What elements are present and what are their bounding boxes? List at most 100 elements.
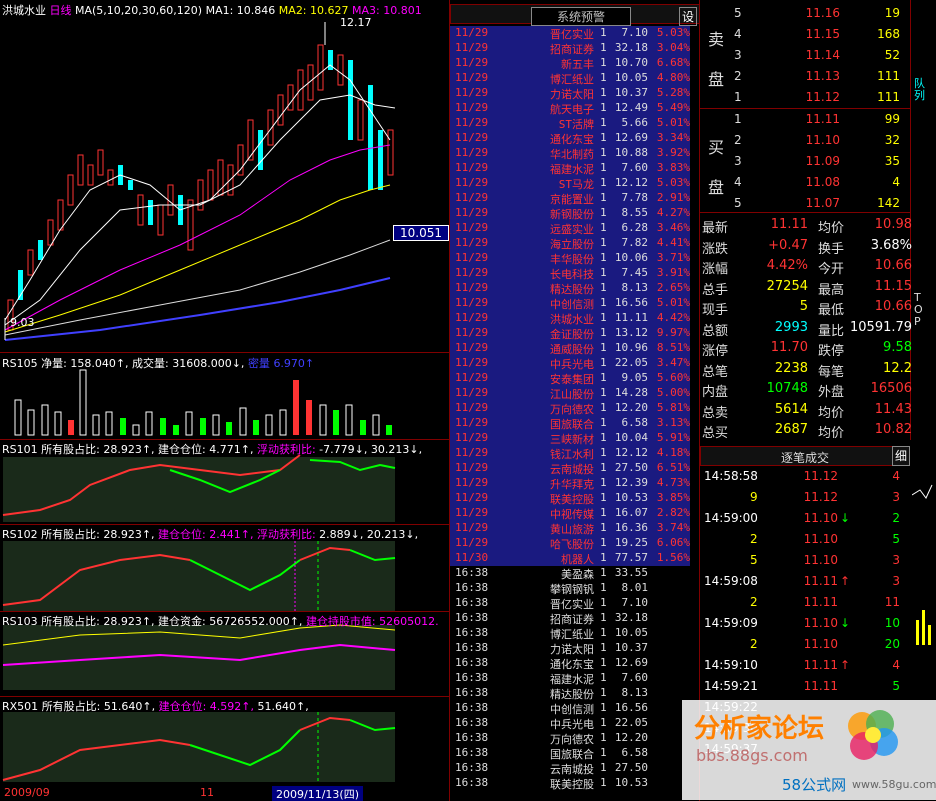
quote-label: 内盘 xyxy=(702,385,729,400)
alert-row[interactable]: 11/29 金证股份 1 13.12 9.97% xyxy=(450,326,690,341)
top-tab[interactable]: TOP xyxy=(914,292,924,328)
alert-price: 16.36 xyxy=(614,521,648,534)
alert-row[interactable]: 11/29 京能置业 1 7.78 2.91% xyxy=(450,191,690,206)
alert-row[interactable]: 11/29 远盛实业 1 6.28 3.46% xyxy=(450,221,690,236)
alert-change: 4.42% xyxy=(656,311,690,324)
tick-row[interactable]: 14:59:00 11.10 ↓ 2 xyxy=(700,510,910,530)
queue-tab[interactable]: 队列 xyxy=(914,78,928,102)
indicator-name[interactable]: RS103 xyxy=(2,615,38,628)
alert-row[interactable]: 11/29 精达股份 1 8.13 2.65% xyxy=(450,281,690,296)
indicator-name[interactable]: RS101 xyxy=(2,443,38,456)
alert-row[interactable]: 16:38 晋亿实业 1 7.10 xyxy=(450,596,690,611)
alert-stock-name: 精达股份 xyxy=(550,283,594,296)
alert-row[interactable]: 11/29 通威股份 1 10.96 8.51% xyxy=(450,341,690,356)
alert-qty: 1 xyxy=(600,551,607,564)
tick-row[interactable]: 9 11.12 3 xyxy=(700,489,910,509)
indicator-name[interactable]: RS102 xyxy=(2,528,38,541)
alert-row[interactable]: 11/29 ST马龙 1 12.12 5.03% xyxy=(450,176,690,191)
tick-price: 11.11 xyxy=(803,574,838,588)
tick-row[interactable]: 2 11.11 11 xyxy=(700,594,910,614)
quote-value: 5614 xyxy=(774,401,808,417)
tick-volume: 11 xyxy=(884,595,900,609)
alert-date: 11/29 xyxy=(455,476,489,489)
system-alert-panel[interactable]: 系统预警 设 11/29 晋亿实业 1 7.10 5.03% 11/29 招商证券 1 32.1… xyxy=(450,0,700,801)
detail-button[interactable]: 细 xyxy=(892,446,910,466)
alert-row[interactable]: 11/29 中视传媒 1 16.07 2.82% xyxy=(450,506,690,521)
alert-date: 11/29 xyxy=(455,116,489,129)
alert-row[interactable]: 11/29 万向德农 1 12.20 5.81% xyxy=(450,401,690,416)
alert-row[interactable]: 16:38 中兵光电 1 22.05 xyxy=(450,716,690,731)
alert-date: 11/29 xyxy=(455,371,489,384)
alert-row[interactable]: 11/29 升华拜克 1 12.39 4.73% xyxy=(450,476,690,491)
alert-row[interactable]: 11/29 黄山旅游 1 16.36 3.74% xyxy=(450,521,690,536)
alert-row[interactable]: 16:38 攀钢钢钒 1 8.01 xyxy=(450,581,690,596)
alert-row[interactable]: 11/29 洪城水业 1 11.11 4.42% xyxy=(450,311,690,326)
alert-row[interactable]: 16:38 通化东宝 1 12.69 xyxy=(450,656,690,671)
alert-row[interactable]: 11/29 安泰集团 1 9.05 5.60% xyxy=(450,371,690,386)
alert-row[interactable]: 11/29 云南城投 1 27.50 6.51% xyxy=(450,461,690,476)
alert-row[interactable]: 16:38 力诺太阳 1 10.37 xyxy=(450,641,690,656)
tick-price: 11.11 xyxy=(803,658,838,672)
tick-row[interactable]: 5 11.10 3 xyxy=(700,552,910,572)
candle xyxy=(107,169,114,186)
indicator-name[interactable]: RS105 xyxy=(2,357,38,370)
alert-row[interactable]: 11/29 海立股份 1 7.82 4.41% xyxy=(450,236,690,251)
indicator-name[interactable]: RX501 xyxy=(2,700,38,713)
alert-row[interactable]: 11/29 江山股份 1 14.28 5.00% xyxy=(450,386,690,401)
alert-row[interactable]: 11/29 华北制药 1 10.88 3.92% xyxy=(450,146,690,161)
alert-row[interactable]: 16:38 招商证券 1 32.18 xyxy=(450,611,690,626)
alert-row[interactable]: 16:38 云南城投 1 27.50 xyxy=(450,761,690,776)
alert-row[interactable]: 16:38 中创信测 1 16.56 xyxy=(450,701,690,716)
alert-row[interactable]: 16:38 福建水泥 1 7.60 xyxy=(450,671,690,686)
alert-row[interactable]: 11/29 ST活牌 1 5.66 5.01% xyxy=(450,116,690,131)
alert-row[interactable]: 11/29 哈飞股份 1 19.25 6.06% xyxy=(450,536,690,551)
alert-row[interactable]: 16:38 美盈森 1 33.55 xyxy=(450,566,690,581)
alert-date: 11/29 xyxy=(455,86,489,99)
tick-row[interactable]: 14:58:58 11.12 4 xyxy=(700,468,910,488)
alert-row[interactable]: 11/29 航天电子 1 12.49 5.49% xyxy=(450,101,690,116)
alert-price: 13.12 xyxy=(614,326,648,339)
quote-value: 2238 xyxy=(774,360,808,376)
alert-stock-name: 云南城投 xyxy=(550,463,594,476)
alert-row[interactable]: 11/30 机器人 1 77.57 1.56% xyxy=(450,551,690,566)
alert-row[interactable]: 11/29 长电科技 1 7.45 3.91% xyxy=(450,266,690,281)
tick-row[interactable]: 14:59:10 11.11 ↑ 4 xyxy=(700,657,910,677)
alert-row[interactable]: 16:38 万向德农 1 12.20 xyxy=(450,731,690,746)
tick-row[interactable]: 14:59:09 11.10 ↓ 10 xyxy=(700,615,910,635)
candle xyxy=(287,84,294,111)
alert-row[interactable]: 11/29 博汇纸业 1 10.05 4.80% xyxy=(450,71,690,86)
alert-row[interactable]: 11/29 三峡新材 1 10.04 5.91% xyxy=(450,431,690,446)
alert-row[interactable]: 11/29 中创信测 1 16.56 5.01% xyxy=(450,296,690,311)
tick-row[interactable]: 14:59:08 11.11 ↑ 3 xyxy=(700,573,910,593)
alert-row[interactable]: 11/29 丰华股份 1 10.06 3.71% xyxy=(450,251,690,266)
tick-row[interactable]: 2 11.10 20 xyxy=(700,636,910,656)
alert-row[interactable]: 11/29 联美控股 1 10.53 3.85% xyxy=(450,491,690,506)
alert-row[interactable]: 11/29 晋亿实业 1 7.10 5.03% xyxy=(450,26,690,41)
alert-row[interactable]: 11/29 通化东宝 1 12.69 3.34% xyxy=(450,131,690,146)
alert-date: 16:38 xyxy=(455,611,489,624)
indicator-value: -7.779↓, xyxy=(319,443,368,456)
alert-row[interactable]: 11/29 力诺太阳 1 10.37 5.28% xyxy=(450,86,690,101)
tick-row[interactable]: 2 11.10 5 xyxy=(700,531,910,551)
alert-qty: 1 xyxy=(600,776,607,789)
alert-row[interactable]: 11/29 国旅联合 1 6.58 3.13% xyxy=(450,416,690,431)
settings-button[interactable]: 设 xyxy=(678,7,697,26)
indicator-value: 建仓资金: 56726552.000↑, xyxy=(158,615,303,628)
tick-row[interactable]: 14:59:21 11.11 5 xyxy=(700,678,910,698)
alert-row[interactable]: 11/29 福建水泥 1 7.60 3.83% xyxy=(450,161,690,176)
divider xyxy=(700,108,910,109)
quote-label: 总笔 xyxy=(702,364,729,380)
alert-row[interactable]: 11/29 招商证券 1 32.18 3.04% xyxy=(450,41,690,56)
alert-row[interactable]: 11/29 钱江水利 1 12.12 4.18% xyxy=(450,446,690,461)
indicator-value: 浮动获利比: xyxy=(256,443,316,456)
alert-row[interactable]: 16:38 博汇纸业 1 10.05 xyxy=(450,626,690,641)
alert-row[interactable]: 11/29 新钢股份 1 8.55 4.27% xyxy=(450,206,690,221)
kline-chart-panel[interactable]: 洪城水业 日线 MA(5,10,20,30,60,120) MA1: 10.84… xyxy=(0,0,450,801)
alert-price: 12.20 xyxy=(614,731,648,744)
alert-row[interactable]: 11/29 中兵光电 1 22.05 3.47% xyxy=(450,356,690,371)
period-label[interactable]: 日线 xyxy=(50,4,72,17)
alert-row[interactable]: 16:38 联美控股 1 10.53 xyxy=(450,776,690,791)
alert-row[interactable]: 16:38 国旅联合 1 6.58 xyxy=(450,746,690,761)
alert-row[interactable]: 11/29 新五丰 1 10.70 6.68% xyxy=(450,56,690,71)
alert-row[interactable]: 16:38 精达股份 1 8.13 xyxy=(450,686,690,701)
